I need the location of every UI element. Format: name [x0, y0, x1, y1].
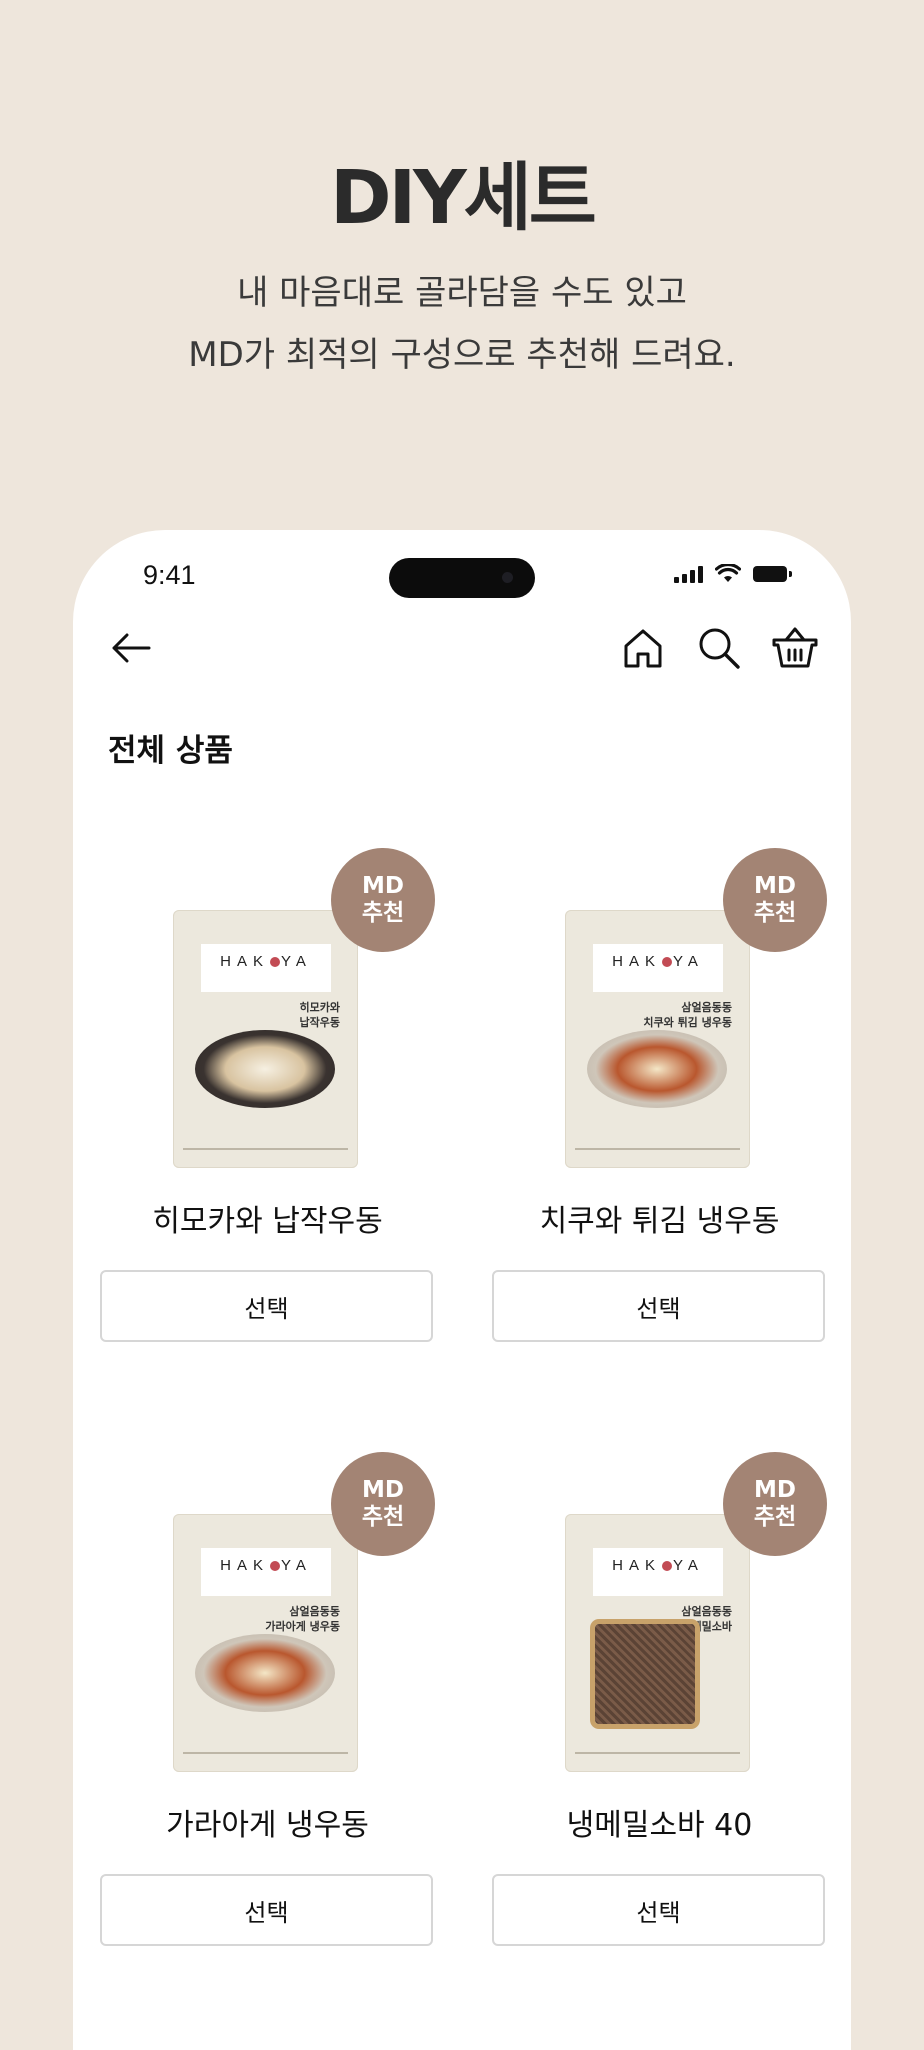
- badge-text: MD: [754, 1477, 796, 1503]
- product-name[interactable]: 히모카와 납작우동: [100, 1196, 435, 1240]
- badge-text: 추천: [753, 1504, 797, 1530]
- brand-logo: HAK YA: [201, 1548, 331, 1596]
- brand-logo: HAK YA: [593, 944, 723, 992]
- product-package: HAK YA 삼얼음동동 치쿠와 튀김 냉우동: [565, 910, 750, 1168]
- package-label: 삼얼음동동 가라아게 냉우동: [265, 1605, 340, 1633]
- page-subtitle: 내 마음대로 골라담을 수도 있고 MD가 최적의 구성으로 추천해 드려요.: [0, 262, 924, 386]
- badge-text: MD: [362, 873, 404, 899]
- noodle-bowl-image: [195, 1634, 335, 1712]
- subtitle-line-2: MD가 최적의 구성으로 추천해 드려요.: [188, 335, 736, 375]
- signal-icon: [674, 565, 703, 583]
- md-recommend-badge: MD 추천: [331, 848, 435, 952]
- badge-text: 추천: [361, 1504, 405, 1530]
- badge-text: MD: [362, 1477, 404, 1503]
- product-image[interactable]: HAK YA 삼얼음동동 치쿠와 튀김 냉우동 MD 추천: [492, 848, 827, 1178]
- select-button[interactable]: 선택: [100, 1270, 433, 1342]
- package-label: 히모카와 납작우동: [299, 1001, 340, 1029]
- battery-icon: [753, 565, 792, 582]
- wifi-icon: [715, 564, 741, 582]
- home-button[interactable]: [615, 620, 671, 676]
- brand-logo: HAK YA: [201, 944, 331, 992]
- status-icons: [674, 564, 792, 583]
- product-card[interactable]: HAK YA 삼얼음동동 냉메밀소바 MD 추천 냉메밀소바 40 선택: [492, 1452, 827, 1946]
- product-image[interactable]: HAK YA 삼얼음동동 가라아게 냉우동 MD 추천: [100, 1452, 435, 1782]
- select-button[interactable]: 선택: [492, 1270, 825, 1342]
- md-recommend-badge: MD 추천: [723, 1452, 827, 1556]
- arrow-left-icon: [112, 633, 151, 663]
- select-button[interactable]: 선택: [492, 1874, 825, 1946]
- phone-frame: 9:41 전체 상품 HAK YA 히모카와 납작우동 MD 추천 히모카와 납…: [73, 530, 851, 2050]
- dynamic-island: [389, 558, 535, 598]
- md-recommend-badge: MD 추천: [331, 1452, 435, 1556]
- search-button[interactable]: [691, 620, 747, 676]
- package-label: 삼얼음동동 치쿠와 튀김 냉우동: [643, 1001, 732, 1029]
- noodle-bowl-image: [587, 1030, 727, 1108]
- section-title: 전체 상품: [108, 733, 233, 769]
- subtitle-line-1: 내 마음대로 골라담을 수도 있고: [237, 273, 687, 313]
- product-name[interactable]: 치쿠와 튀김 냉우동: [492, 1196, 827, 1240]
- back-button[interactable]: [103, 620, 159, 676]
- select-button[interactable]: 선택: [100, 1874, 433, 1946]
- product-name[interactable]: 냉메밀소바 40: [492, 1800, 827, 1844]
- badge-text: 추천: [753, 900, 797, 926]
- product-name[interactable]: 가라아게 냉우동: [100, 1800, 435, 1844]
- product-package: HAK YA 삼얼음동동 가라아게 냉우동: [173, 1514, 358, 1772]
- md-recommend-badge: MD 추천: [723, 848, 827, 952]
- product-package: HAK YA 히모카와 납작우동: [173, 910, 358, 1168]
- status-time: 9:41: [143, 560, 196, 590]
- cart-button[interactable]: [767, 620, 823, 676]
- brand-logo: HAK YA: [593, 1548, 723, 1596]
- product-image[interactable]: HAK YA 삼얼음동동 냉메밀소바 MD 추천: [492, 1452, 827, 1782]
- top-nav: [73, 620, 851, 680]
- basket-icon: [772, 627, 818, 668]
- home-icon: [624, 629, 662, 668]
- product-card[interactable]: HAK YA 히모카와 납작우동 MD 추천 히모카와 납작우동 선택: [100, 848, 435, 1342]
- product-image[interactable]: HAK YA 히모카와 납작우동 MD 추천: [100, 848, 435, 1178]
- product-card[interactable]: HAK YA 삼얼음동동 치쿠와 튀김 냉우동 MD 추천 치쿠와 튀김 냉우동 선…: [492, 848, 827, 1342]
- product-card[interactable]: HAK YA 삼얼음동동 가라아게 냉우동 MD 추천 가라아게 냉우동 선택: [100, 1452, 435, 1946]
- search-icon: [699, 628, 740, 669]
- product-package: HAK YA 삼얼음동동 냉메밀소바: [565, 1514, 750, 1772]
- badge-text: MD: [754, 873, 796, 899]
- noodle-bowl-image: [195, 1030, 335, 1108]
- badge-text: 추천: [361, 900, 405, 926]
- page-title: DIY세트: [330, 155, 597, 241]
- soba-noodle-image: [595, 1624, 695, 1724]
